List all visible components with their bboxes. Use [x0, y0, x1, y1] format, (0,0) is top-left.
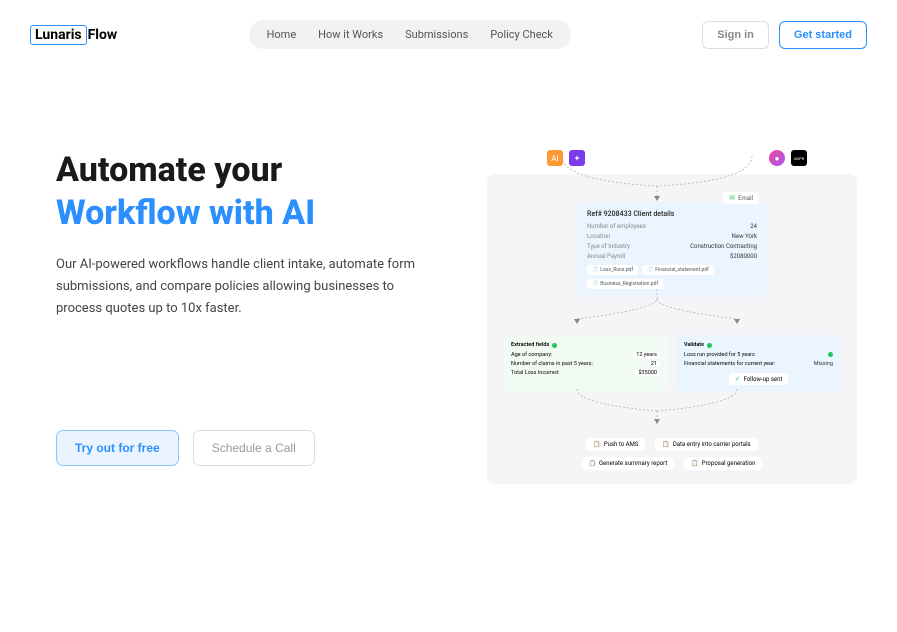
logo-text: Flow	[88, 27, 118, 43]
action-summary-report: Generate summary report	[582, 457, 675, 470]
action-row-2: Generate summary report Proposal generat…	[503, 457, 841, 470]
file-chip: Loss_Runs.pdf	[587, 265, 638, 275]
file-attachments: Loss_Runs.pdf Financial_statement.pdf Bu…	[587, 265, 757, 289]
logo-boxed: Lunaris	[30, 25, 87, 45]
try-free-button[interactable]: Try out for free	[56, 430, 179, 466]
followup-badge: ✓Follow-up sent	[729, 373, 789, 385]
hero-title-line2: Workflow with AI	[56, 193, 315, 233]
app-icon: ●	[769, 150, 785, 166]
nav-policy-check[interactable]: Policy Check	[490, 28, 553, 41]
main-nav: Home How it Works Submissions Policy Che…	[249, 20, 571, 49]
get-started-button[interactable]: Get started	[779, 21, 867, 49]
check-icon: ✓	[735, 375, 741, 383]
action-push-ams: Push to AMS	[586, 438, 645, 451]
action-row-1: Push to AMS Data entry into carrier port…	[503, 438, 841, 451]
email-badge: Email	[723, 192, 759, 204]
hero-buttons: Try out for free Schedule a Call	[56, 430, 446, 466]
openai-icon: ✦	[569, 150, 585, 166]
header: LunarisFlow Home How it Works Submission…	[0, 0, 897, 49]
schedule-call-button[interactable]: Schedule a Call	[193, 430, 315, 466]
extracted-fields-card: Extracted fields Age of company: 12 year…	[503, 335, 668, 392]
logo[interactable]: LunarisFlow	[30, 25, 117, 45]
nav-how-it-works[interactable]: How it Works	[318, 28, 383, 41]
hero-title: Automate your Workflow with AI	[56, 149, 446, 234]
action-data-entry: Data entry into carrier portals	[655, 438, 757, 451]
diagram-container: Email Ref# 9208433 Client details Number…	[487, 174, 857, 484]
action-proposal: Proposal generation	[684, 457, 762, 470]
hero-left: Automate your Workflow with AI Our AI-po…	[56, 149, 446, 466]
header-actions: Sign in Get started	[702, 21, 867, 49]
check-icon	[828, 352, 833, 357]
workflow-diagram: AI ✦ ● GDPR Email Ref# 9208433 Client de…	[487, 150, 857, 484]
hero-title-line1: Automate your	[56, 150, 282, 190]
processing-cards: Extracted fields Age of company: 12 year…	[503, 335, 841, 392]
integration-icons: AI ✦ ● GDPR	[487, 150, 857, 166]
file-chip: Business_Registration.pdf	[587, 279, 663, 289]
signin-button[interactable]: Sign in	[702, 21, 769, 49]
gdpr-icon: GDPR	[791, 150, 807, 166]
status-dot-icon	[552, 343, 557, 348]
file-chip: Financial_statement.pdf	[642, 265, 714, 275]
client-card-title: Ref# 9208433 Client details	[587, 210, 757, 218]
validate-card: Validate Loss run provided for 5 years F…	[676, 335, 841, 392]
nav-home[interactable]: Home	[267, 28, 297, 41]
ai-icon: AI	[547, 150, 563, 166]
nav-submissions[interactable]: Submissions	[405, 28, 468, 41]
status-dot-icon	[707, 343, 712, 348]
hero-description: Our AI-powered workflows handle client i…	[56, 254, 416, 320]
client-details-card: Email Ref# 9208433 Client details Number…	[577, 202, 767, 297]
